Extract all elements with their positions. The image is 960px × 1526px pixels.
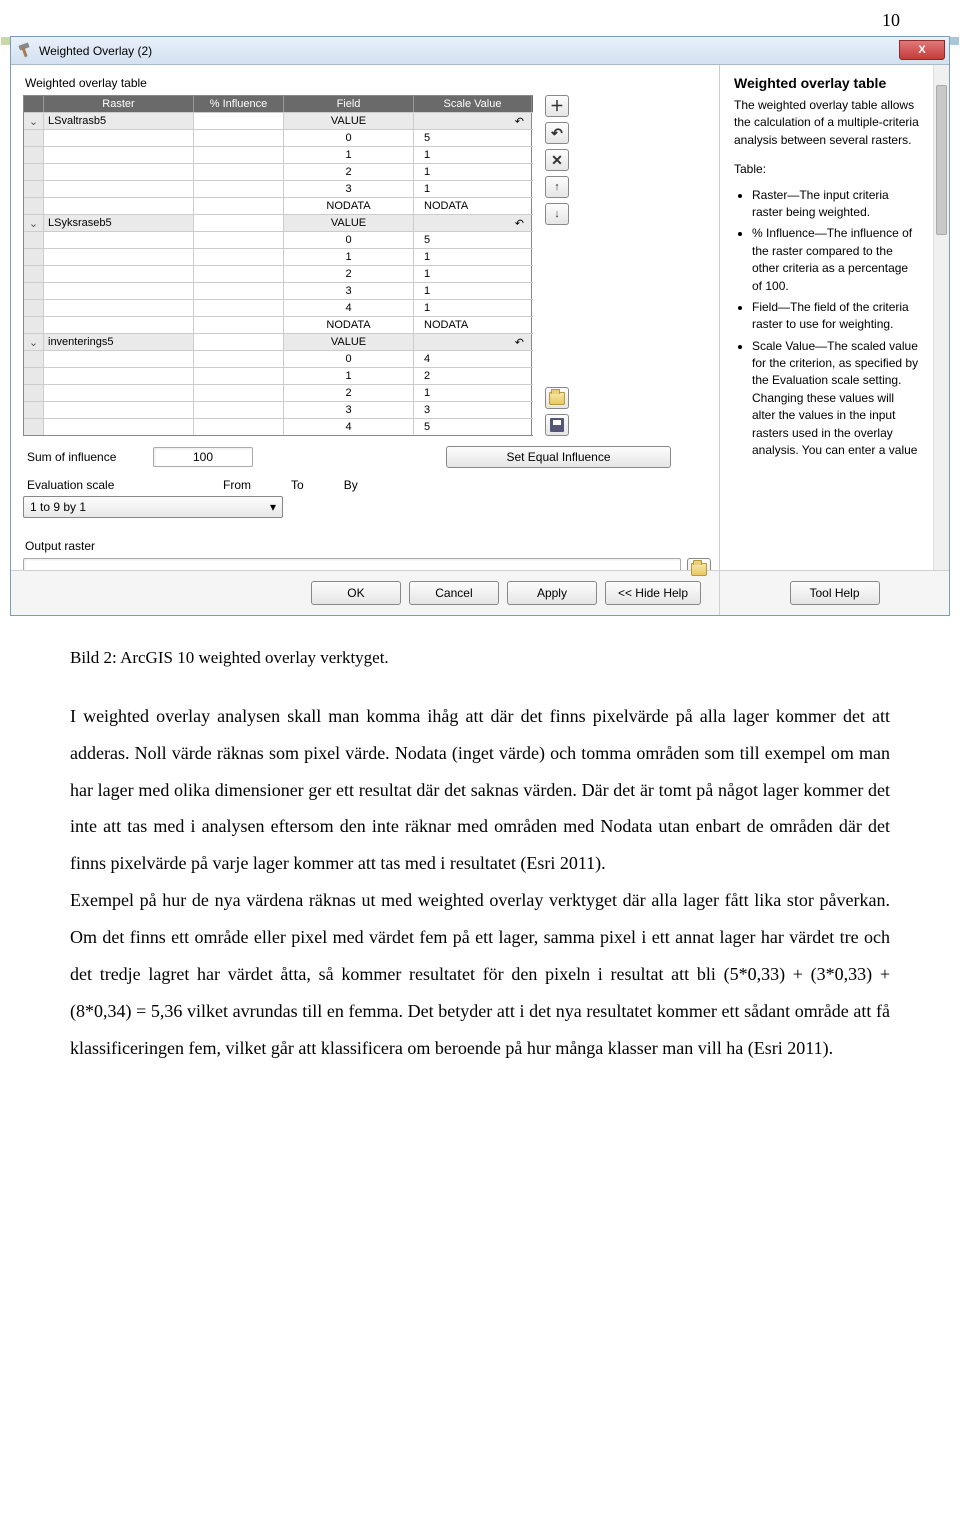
scrollbar[interactable] bbox=[933, 65, 949, 570]
table-header: Raster % Influence Field Scale Value bbox=[24, 96, 533, 112]
header-raster: Raster bbox=[44, 96, 194, 112]
help-title: Weighted overlay table bbox=[720, 65, 933, 97]
sum-input[interactable]: 100 bbox=[153, 447, 253, 467]
header-field: Field bbox=[284, 96, 414, 112]
save-button[interactable] bbox=[545, 414, 569, 436]
overlay-table[interactable]: Raster % Influence Field Scale Value ⌄LS… bbox=[23, 95, 533, 436]
body-paragraph-2: Exempel på hur de nya värdena räknas ut … bbox=[70, 882, 890, 1066]
help-bullet: Scale Value—The scaled value for the cri… bbox=[752, 338, 919, 460]
table-row[interactable]: 21 bbox=[24, 384, 533, 401]
table-row[interactable]: 04 bbox=[24, 350, 533, 367]
table-row[interactable]: 33 bbox=[24, 401, 533, 418]
folder-icon bbox=[549, 392, 565, 405]
help-bullet: Field—The field of the criteria raster t… bbox=[752, 299, 919, 334]
eval-scale-dropdown[interactable]: 1 to 9 by 1 ▾ bbox=[23, 496, 283, 518]
table-row[interactable]: 11 bbox=[24, 146, 533, 163]
weighted-overlay-dialog: Weighted Overlay (2) X Weighted overlay … bbox=[10, 36, 950, 616]
table-row[interactable]: 41 bbox=[24, 299, 533, 316]
open-button[interactable] bbox=[545, 387, 569, 409]
table-row[interactable]: 05 bbox=[24, 129, 533, 146]
table-row[interactable]: NODATANODATA bbox=[24, 197, 533, 214]
sum-label: Sum of influence bbox=[23, 450, 143, 464]
hammer-icon bbox=[17, 43, 33, 59]
help-intro: The weighted overlay table allows the ca… bbox=[734, 97, 919, 149]
figure-caption: Bild 2: ArcGIS 10 weighted overlay verkt… bbox=[70, 646, 890, 670]
set-equal-button[interactable]: Set Equal Influence bbox=[446, 446, 671, 468]
table-row[interactable]: 31 bbox=[24, 180, 533, 197]
titlebar[interactable]: Weighted Overlay (2) X bbox=[11, 37, 949, 65]
eval-scale-value: 1 to 9 by 1 bbox=[30, 500, 86, 514]
hide-help-button[interactable]: << Hide Help bbox=[605, 581, 701, 605]
table-row[interactable]: 31 bbox=[24, 282, 533, 299]
help-bullet: % Influence—The influence of the raster … bbox=[752, 225, 919, 295]
table-row[interactable]: 21 bbox=[24, 163, 533, 180]
window-title: Weighted Overlay (2) bbox=[39, 44, 152, 58]
to-label: To bbox=[291, 478, 304, 492]
close-button[interactable]: X bbox=[899, 40, 945, 60]
add-button[interactable]: ＋ bbox=[545, 95, 569, 117]
folder-icon bbox=[691, 563, 707, 576]
left-pane: Weighted overlay table Raster % Influenc… bbox=[11, 65, 719, 570]
reset-button[interactable]: ↶ bbox=[545, 122, 569, 144]
table-row[interactable]: 11 bbox=[24, 248, 533, 265]
body-paragraph-1: I weighted overlay analysen skall man ko… bbox=[70, 698, 890, 882]
help-table-label: Table: bbox=[734, 161, 919, 178]
table-label: Weighted overlay table bbox=[25, 76, 711, 90]
apply-button[interactable]: Apply bbox=[507, 581, 597, 605]
floppy-icon bbox=[550, 418, 564, 432]
help-bullet: Raster—The input criteria raster being w… bbox=[752, 187, 919, 222]
header-scale: Scale Value bbox=[414, 96, 532, 112]
document-text: Bild 2: ArcGIS 10 weighted overlay verkt… bbox=[0, 616, 960, 1107]
table-row[interactable]: 12 bbox=[24, 367, 533, 384]
header-influence: % Influence bbox=[194, 96, 284, 112]
ok-button[interactable]: OK bbox=[311, 581, 401, 605]
move-up-button[interactable]: ↑ bbox=[545, 176, 569, 198]
from-label: From bbox=[223, 478, 251, 492]
help-pane: Weighted overlay table The weighted over… bbox=[719, 65, 949, 570]
remove-button[interactable]: ✕ bbox=[545, 149, 569, 171]
page-number: 10 bbox=[0, 0, 960, 36]
cancel-button[interactable]: Cancel bbox=[409, 581, 499, 605]
table-row[interactable]: ⌄LSvaltrasb5VALUE↶ bbox=[24, 112, 533, 129]
table-row[interactable]: 05 bbox=[24, 231, 533, 248]
chevron-down-icon: ▾ bbox=[270, 500, 276, 514]
tool-help-button[interactable]: Tool Help bbox=[790, 581, 880, 605]
table-row[interactable]: 45 bbox=[24, 418, 533, 435]
by-label: By bbox=[344, 478, 358, 492]
table-row[interactable]: ⌄LSyksraseb5VALUE↶ bbox=[24, 214, 533, 231]
move-down-button[interactable]: ↓ bbox=[545, 203, 569, 225]
help-bullets: Raster—The input criteria raster being w… bbox=[752, 187, 919, 460]
table-row[interactable]: 21 bbox=[24, 265, 533, 282]
eval-scale-label: Evaluation scale bbox=[23, 478, 143, 492]
table-row[interactable]: NODATANODATA bbox=[24, 316, 533, 333]
output-label: Output raster bbox=[25, 539, 711, 553]
table-row[interactable]: ⌄inventerings5VALUE↶ bbox=[24, 333, 533, 350]
